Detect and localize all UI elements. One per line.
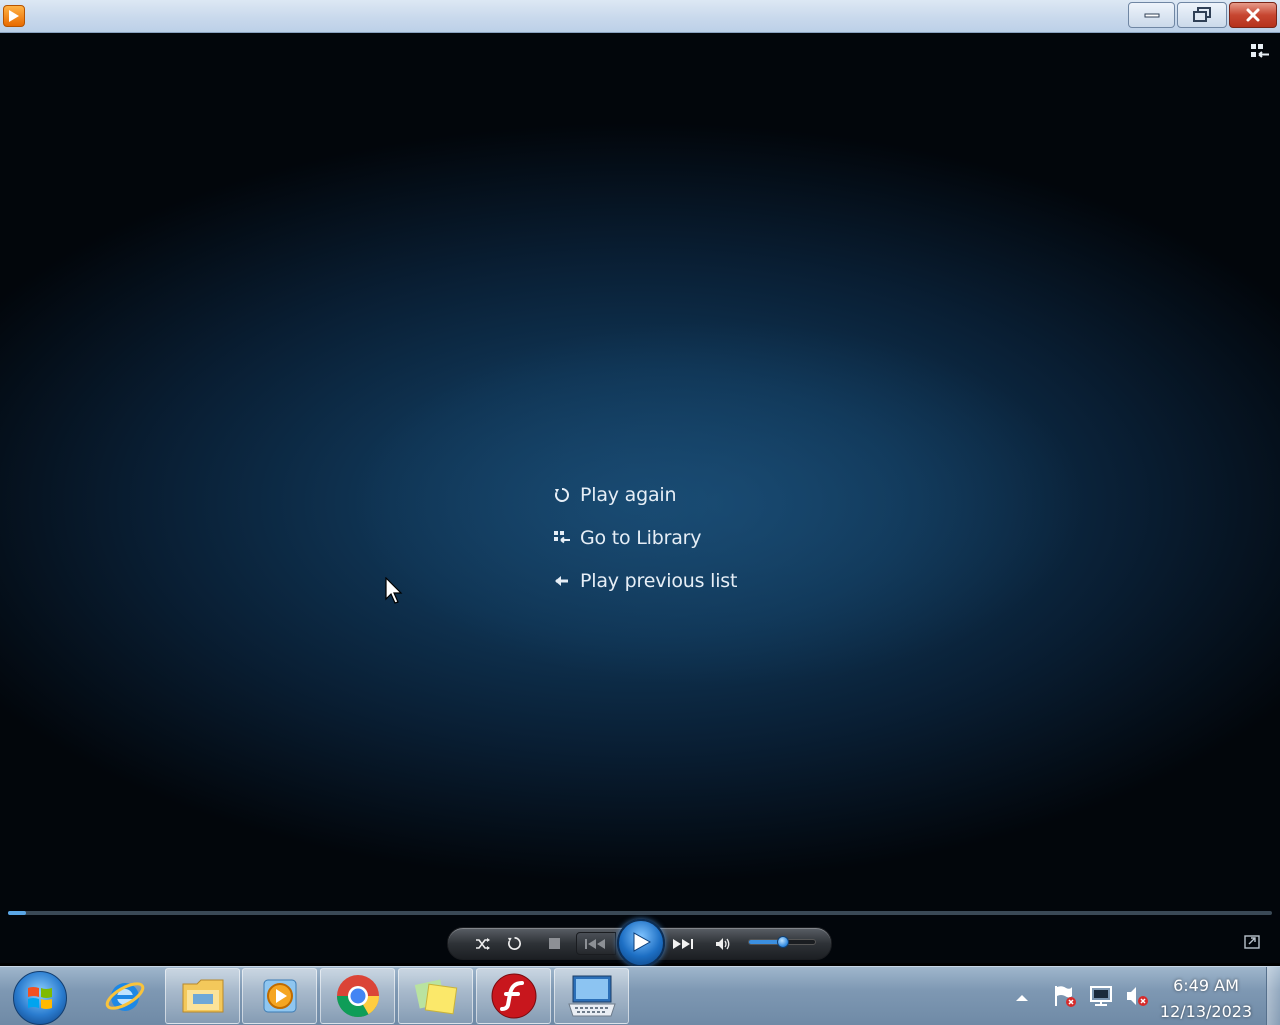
volume-thumb[interactable]: [777, 936, 789, 948]
taskbar-windows-explorer[interactable]: [165, 968, 240, 1024]
taskbar: 6:49 AM 12/13/2023: [0, 966, 1280, 1025]
previous-button[interactable]: [576, 932, 616, 955]
close-button[interactable]: [1229, 2, 1277, 28]
flash-icon: [491, 973, 536, 1019]
on-screen-keyboard-icon: [567, 975, 616, 1017]
seek-bar[interactable]: [8, 911, 1272, 915]
shuffle-icon: [476, 937, 490, 950]
go-to-library-link[interactable]: Go to Library: [552, 516, 737, 559]
media-player-icon: [263, 979, 296, 1013]
play-previous-list-label: Play previous list: [580, 569, 738, 592]
action-center-flag-icon: [1055, 986, 1076, 1007]
volume-muted-icon: [1127, 987, 1148, 1006]
back-arrow-icon: [552, 571, 572, 591]
play-button[interactable]: [617, 919, 665, 967]
previous-icon: [585, 938, 605, 949]
stop-icon: [548, 938, 560, 949]
taskbar-flash[interactable]: [476, 968, 551, 1024]
play-icon: [633, 932, 651, 952]
restore-button[interactable]: [1177, 2, 1227, 28]
taskbar-media-player[interactable]: [242, 968, 317, 1024]
replay-icon: [552, 485, 572, 505]
show-desktop-button[interactable]: [1266, 967, 1280, 1025]
next-icon: [673, 938, 693, 949]
network-button[interactable]: [1088, 984, 1114, 1008]
go-to-library-label: Go to Library: [580, 526, 702, 549]
taskbar-on-screen-keyboard[interactable]: [554, 968, 629, 1024]
player-area: Play again Go to Library Play previous l…: [0, 33, 1280, 967]
volume-slider[interactable]: [748, 936, 816, 948]
play-again-label: Play again: [580, 483, 677, 506]
mouse-cursor-icon: [385, 577, 403, 604]
windows-logo-icon: [28, 987, 52, 1009]
restore-icon: [1193, 7, 1211, 22]
end-of-playback-menu: Play again Go to Library Play previous l…: [552, 473, 737, 602]
title-bar: [0, 0, 1280, 33]
next-button[interactable]: [666, 928, 700, 959]
close-icon: [1246, 8, 1260, 22]
show-hidden-icons[interactable]: [1015, 993, 1029, 1003]
minimize-icon: [1144, 13, 1159, 18]
play-previous-list-link[interactable]: Play previous list: [552, 559, 737, 602]
start-button[interactable]: [13, 971, 67, 1025]
network-icon: [1090, 986, 1112, 1006]
chrome-icon: [336, 975, 379, 1018]
action-center-button[interactable]: [1052, 984, 1078, 1008]
mute-button[interactable]: [712, 928, 734, 959]
seek-progress: [8, 911, 26, 915]
stop-button[interactable]: [543, 928, 565, 959]
windows-explorer-icon: [182, 979, 223, 1013]
sticky-notes-icon: [414, 979, 457, 1015]
switch-to-now-playing-icon[interactable]: [1244, 935, 1260, 949]
minimize-button[interactable]: [1128, 2, 1175, 28]
clock-time: 6:49 AM: [1173, 976, 1239, 995]
library-icon: [552, 528, 572, 548]
shuffle-button[interactable]: [472, 928, 494, 959]
internet-explorer-icon: [105, 982, 144, 1011]
repeat-icon: [507, 937, 521, 950]
media-player-icon[interactable]: [3, 5, 25, 27]
volume-icon: [716, 937, 730, 950]
taskbar-internet-explorer[interactable]: [87, 968, 162, 1024]
switch-to-library-icon[interactable]: [1250, 43, 1270, 61]
taskbar-sticky-notes[interactable]: [398, 968, 473, 1024]
clock-date: 12/13/2023: [1159, 1002, 1253, 1021]
play-again-link[interactable]: Play again: [552, 473, 737, 516]
taskbar-chrome[interactable]: [320, 968, 395, 1024]
repeat-button[interactable]: [503, 928, 525, 959]
system-clock[interactable]: 6:49 AM 12/13/2023: [1150, 973, 1262, 1025]
volume-tray-button[interactable]: [1124, 984, 1150, 1008]
